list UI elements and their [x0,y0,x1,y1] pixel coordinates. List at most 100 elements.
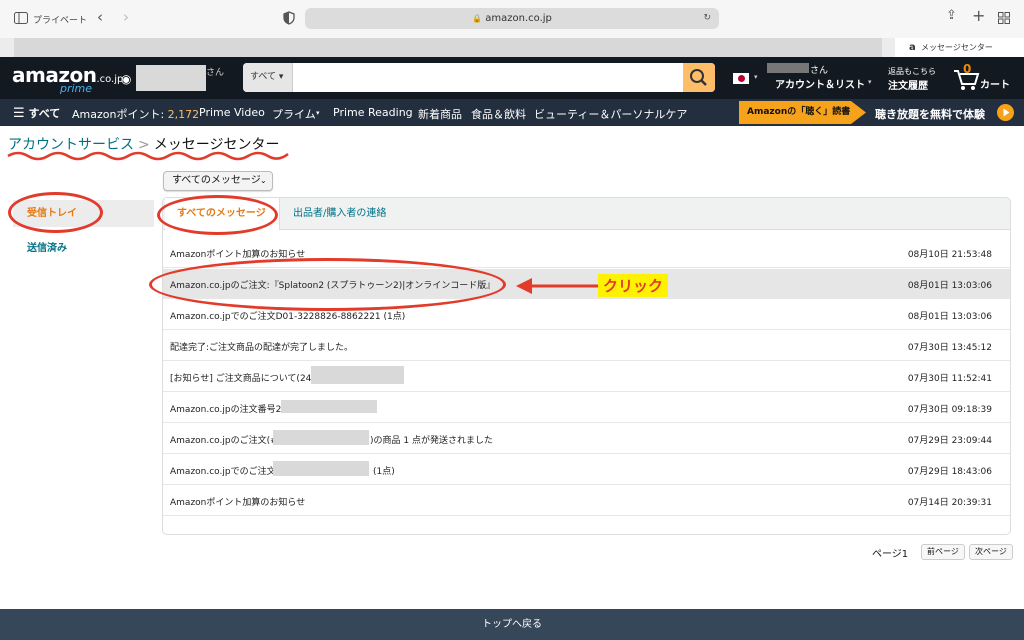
nav-beauty[interactable]: ビューティー＆パーソナルケア [534,106,687,122]
nav-food[interactable]: 食品＆飲料 [471,106,526,122]
message-subject: Amazon.co.jpのご注文(#2 [170,436,284,446]
account-dropdown-icon: ▾ [868,78,872,86]
message-subject-tail: )の商品 1 点が発送されました [370,436,493,446]
message-date: 07月29日 18:43:06 [907,467,992,477]
account-greeting-suffix: さん [810,66,829,76]
browser-toolbar: プライベート ‹ › 🔒 amazon.co.jp ↻ ⇪ + [0,0,1024,38]
reload-icon[interactable]: ↻ [703,8,711,29]
annotation-circle-all-messages [157,195,278,235]
nav-new-arrivals[interactable]: 新着商品 [418,106,462,122]
chevron-down-icon: ⌄ [260,176,267,185]
redacted-order-number [273,461,369,476]
message-row[interactable]: [お知らせ] ご注文商品について(249- 07月30日 11:52:41 [163,362,1010,392]
message-subject-tail: (1点) [373,467,395,477]
nav-prime-reading[interactable]: Prime Reading [333,106,413,119]
tab-overview-icon[interactable] [998,12,1010,24]
amazon-logo[interactable]: amazon.co.jp prime [12,63,124,95]
browser-tab-active[interactable]: a メッセージセンター [895,38,1024,57]
message-date: 07月30日 09:18:39 [907,405,992,415]
search-input[interactable] [293,63,683,92]
promo-text: 聴き放題を無料で体験 [875,108,985,121]
message-filter-dropdown[interactable]: すべてのメッセージ ⌄ [163,171,273,191]
message-row[interactable]: 配達完了:ご注文商品の配達が完了しました。 07月30日 13:45:12 [163,331,1010,361]
message-subject: [お知らせ] ご注文商品について(249- [170,374,321,384]
message-subject: Amazon.co.jpの注文番号24 [170,405,288,415]
play-icon [997,104,1014,121]
message-subject: Amazon.co.jpでのご注文D01-3228826-8862221 (1点… [170,312,406,322]
annotation-circle-inbox [8,192,103,233]
amazon-header: amazon.co.jp prime ◉ さん すべて ▾ ▾ さん アカウント… [0,57,1024,99]
points-value: 2,172 [167,108,200,121]
message-row[interactable]: Amazon.co.jpのご注文(#2 )の商品 1 点が発送されました 07月… [163,424,1010,454]
redacted-order-number [281,400,377,413]
redacted-name [136,65,206,91]
search-category-select[interactable]: すべて ▾ [243,63,293,92]
new-tab-icon[interactable]: + [972,6,985,25]
all-menu-label: すべて [28,107,61,120]
redacted-order-number [273,430,369,445]
message-tabs: すべてのメッセージ 出品者/購入者の連絡 [163,198,1010,231]
message-subject: 配達完了:ご注文商品の配達が完了しました。 [170,343,354,353]
browser-tab-inactive[interactable] [14,38,882,57]
message-date: 07月14日 20:39:31 [907,498,992,508]
sidebar-toggle-icon[interactable] [14,12,28,24]
prime-dropdown-icon: ▾ [316,109,320,117]
back-icon[interactable]: ‹ [97,8,103,26]
japan-flag-icon[interactable] [733,73,749,84]
tab-title: メッセージセンター [921,43,993,52]
cart-label[interactable]: カート [980,76,1010,91]
address-bar[interactable]: 🔒 amazon.co.jp ↻ [305,8,719,29]
private-label: プライベート [33,16,88,26]
returns-label[interactable]: 返品もこちら [888,66,936,77]
points-link[interactable]: Amazonポイント: 2,172 [72,106,199,122]
back-to-top-button[interactable]: トップへ戻る [0,609,1024,640]
message-date: 07月30日 11:52:41 [907,374,992,384]
audible-promo[interactable]: Amazonの「聴く」読書 聴き放題を無料で体験 [739,99,1024,126]
sub-nav: ☰ すべて Amazonポイント: 2,172 Prime Video プライム… [0,99,1024,126]
shield-icon[interactable] [283,11,295,25]
search-icon [690,69,707,86]
next-page-button[interactable]: 次ページ [969,544,1013,560]
nav-prime[interactable]: プライム [272,106,316,122]
tabs-spacer [163,230,1010,238]
message-date: 08月01日 13:03:06 [907,312,992,322]
share-icon[interactable]: ⇪ [946,8,957,23]
message-date: 08月10日 21:53:48 [907,250,992,260]
cart-count: 0 [963,62,972,76]
message-date: 07月29日 23:09:44 [907,436,992,446]
language-dropdown-icon[interactable]: ▾ [754,73,758,81]
lock-icon: 🔒 [472,14,483,23]
orders-link[interactable]: 注文履歴 [888,77,928,92]
all-menu-button[interactable]: ☰ すべて [13,105,60,121]
annotation-callout: クリック [598,274,669,297]
redacted-account-name [767,63,809,73]
url-text: amazon.co.jp [485,13,552,24]
annotation-arrow-left-icon [516,278,598,294]
redacted-order-number [311,366,404,384]
search-button[interactable] [683,63,715,92]
search-category-label: すべて [250,72,277,82]
prev-page-button[interactable]: 前ページ [921,544,965,560]
annotation-circle-message [149,258,506,311]
search-bar: すべて ▾ [243,63,715,92]
deliver-to-suffix: さん [206,68,225,78]
logo-prime: prime [60,82,93,95]
message-date: 08月01日 13:03:06 [907,281,992,291]
nav-prime-video[interactable]: Prime Video [199,106,265,119]
message-panel: すべてのメッセージ 出品者/購入者の連絡 Amazonポイント加算のお知らせ 0… [162,197,1011,535]
message-row[interactable]: Amazon.co.jpでのご注文2 (1点) 07月29日 18:43:06 [163,455,1010,485]
message-row[interactable]: Amazonポイント加算のお知らせ 07月14日 20:39:31 [163,486,1010,516]
back-to-top-label: トップへ戻る [482,619,542,630]
account-lists-link[interactable]: アカウント＆リスト [775,76,865,91]
tab-seller-buyer[interactable]: 出品者/購入者の連絡 [281,198,398,230]
forward-icon[interactable]: › [123,8,129,26]
hamburger-icon: ☰ [13,106,25,121]
promo-badge: Amazonの「聴く」読書 [739,101,851,124]
points-label: Amazonポイント: [72,108,168,121]
favicon-icon: a [909,42,916,53]
location-pin-icon[interactable]: ◉ [121,72,131,86]
logo-suffix: .co.jp [96,74,124,85]
message-row[interactable]: Amazon.co.jpの注文番号24 07月30日 09:18:39 [163,393,1010,423]
sidebar-item-sent[interactable]: 送信済み [27,239,67,254]
sidebar-sent-label: 送信済み [27,243,67,254]
